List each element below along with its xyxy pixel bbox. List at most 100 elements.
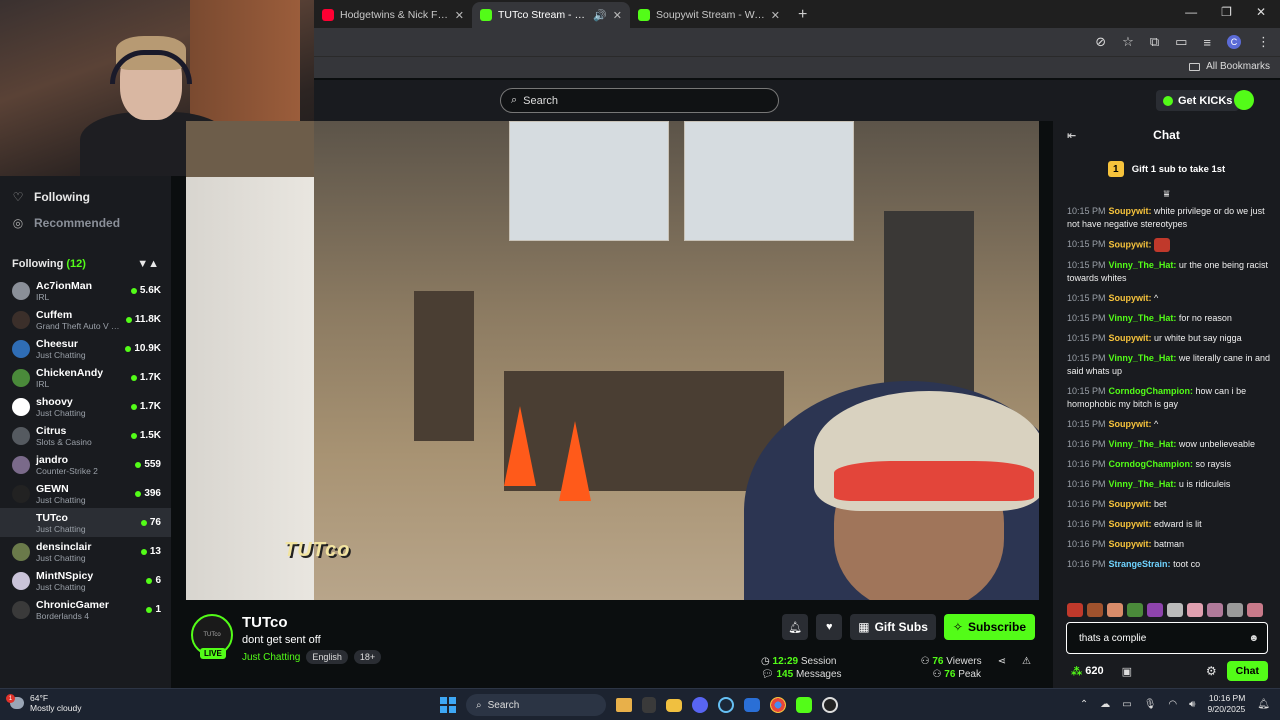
microphone-icon[interactable]: 🎙︎: [1144, 699, 1157, 710]
pinned-expand-icon[interactable]: ⩸: [1053, 189, 1280, 201]
sidebar-channel-cheesur[interactable]: Cheesur Just Chatting 10.9K: [0, 334, 171, 363]
chat-username[interactable]: Soupywit:: [1109, 293, 1152, 303]
chat-username[interactable]: Soupywit:: [1109, 206, 1152, 216]
restore-icon[interactable]: ❐: [1221, 5, 1232, 19]
media-icon[interactable]: ≡: [1203, 35, 1211, 50]
close-icon[interactable]: ✕: [455, 9, 464, 22]
sidebar-channel-citrus[interactable]: Citrus Slots & Casino 1.5K: [0, 421, 171, 450]
chat-username[interactable]: Vinny_The_Hat:: [1109, 260, 1177, 270]
chat-username[interactable]: Soupywit:: [1109, 519, 1152, 529]
taskbar-clock[interactable]: 10:16 PM 9/20/2025: [1207, 693, 1245, 715]
store-icon[interactable]: ▣: [1122, 665, 1132, 678]
gift-leaderboard-banner[interactable]: 1 Gift 1 sub to take 1st: [1053, 149, 1280, 189]
sidebar-channel-gewn[interactable]: GEWN Just Chatting 396: [0, 479, 171, 508]
new-tab-button[interactable]: +: [798, 2, 807, 28]
menu-icon[interactable]: ⋮: [1257, 34, 1270, 50]
follow-button[interactable]: ♥: [816, 614, 843, 640]
emote[interactable]: [1207, 603, 1223, 617]
get-kicks-button[interactable]: Get KICKs: [1156, 90, 1240, 111]
eye-off-icon[interactable]: ⊘: [1095, 34, 1106, 50]
chrome-icon[interactable]: [770, 697, 786, 713]
sidebar-channel-chronicgamer[interactable]: ChronicGamer Borderlands 4 1: [0, 595, 171, 624]
chat-username[interactable]: StrangeStrain:: [1109, 559, 1171, 569]
chat-username[interactable]: Soupywit:: [1109, 539, 1152, 549]
user-avatar-icon[interactable]: [1234, 90, 1254, 110]
kick-app-icon[interactable]: [796, 697, 812, 713]
emote[interactable]: [1127, 603, 1143, 617]
photos-icon[interactable]: [744, 698, 760, 712]
file-explorer-icon[interactable]: [666, 698, 682, 712]
discord-icon[interactable]: [692, 697, 708, 713]
streamer-name[interactable]: TUTco: [242, 614, 288, 631]
chat-username[interactable]: Soupywit:: [1109, 419, 1152, 429]
video-player[interactable]: TUTco: [186, 121, 1039, 600]
send-chat-button[interactable]: Chat: [1226, 661, 1268, 681]
search-input[interactable]: [523, 94, 744, 107]
sidebar-item-recommended[interactable]: ◎ Recommended: [0, 210, 171, 236]
terminal-icon[interactable]: [642, 697, 656, 713]
notifications-icon[interactable]: 🔔︎: [1257, 699, 1270, 710]
chat-username[interactable]: Vinny_The_Hat:: [1109, 439, 1177, 449]
collapse-chat-icon[interactable]: ⇤: [1067, 129, 1076, 142]
stream-category-link[interactable]: Just Chatting: [242, 652, 300, 663]
sidebar-channel-mintnspicy[interactable]: MintNSpicy Just Chatting 6: [0, 566, 171, 595]
minimize-icon[interactable]: —: [1185, 5, 1197, 19]
emote[interactable]: [1087, 603, 1103, 617]
emote[interactable]: [1247, 603, 1263, 617]
weather-widget[interactable]: 1 64°F Mostly cloudy: [6, 693, 82, 713]
report-icon[interactable]: ⚠: [1022, 656, 1031, 667]
chat-input-box[interactable]: ☻: [1066, 622, 1268, 654]
chat-username[interactable]: Vinny_The_Hat:: [1109, 313, 1177, 323]
sidebar-channel-ac7ionman[interactable]: Ac7ionMan IRL 5.6K: [0, 276, 171, 305]
sidebar-channel-shoovy[interactable]: shoovy Just Chatting 1.7K: [0, 392, 171, 421]
search-box[interactable]: ⌕: [500, 88, 779, 113]
emote[interactable]: [1067, 603, 1083, 617]
close-icon[interactable]: ✕: [771, 9, 780, 22]
language-tag[interactable]: English: [306, 650, 348, 664]
sidebar-channel-tutco[interactable]: TUTco Just Chatting 76: [0, 508, 171, 537]
steam-icon[interactable]: [718, 697, 734, 713]
gift-subs-button[interactable]: ▦ Gift Subs: [850, 614, 936, 640]
emote[interactable]: [1167, 603, 1183, 617]
share-icon[interactable]: ⋖: [998, 656, 1006, 667]
taskview-icon[interactable]: [616, 698, 632, 712]
extensions-icon[interactable]: ⧉: [1150, 34, 1159, 50]
chat-username[interactable]: Soupywit:: [1109, 333, 1152, 343]
sidebar-channel-densinclair[interactable]: densinclair Just Chatting 13: [0, 537, 171, 566]
chat-username[interactable]: Vinny_The_Hat:: [1109, 479, 1177, 489]
onedrive-icon[interactable]: ☁: [1100, 699, 1110, 710]
emote[interactable]: [1107, 603, 1123, 617]
chevron-up-icon[interactable]: ⌃: [1080, 699, 1088, 710]
emote[interactable]: [1187, 603, 1203, 617]
notifications-button[interactable]: 🔔︎: [782, 614, 809, 640]
chat-username[interactable]: Vinny_The_Hat:: [1109, 353, 1177, 363]
chat-username[interactable]: CorndogChampion:: [1109, 386, 1194, 396]
volume-icon[interactable]: 🔊︎: [1189, 699, 1195, 710]
close-icon[interactable]: ✕: [613, 9, 622, 22]
speaker-icon[interactable]: 🔊: [593, 9, 607, 22]
emote[interactable]: [1147, 603, 1163, 617]
sidebar-channel-chickenandy[interactable]: ChickenAndy IRL 1.7K: [0, 363, 171, 392]
browser-tab-hodgetwins[interactable]: Hodgetwins & Nick Fuentes GO ✕: [314, 2, 472, 28]
sort-icon[interactable]: ▼▲: [137, 258, 159, 270]
sidebar-channel-cuffem[interactable]: Cuffem Grand Theft Auto V (... 11.8K: [0, 305, 171, 334]
chat-input[interactable]: [1079, 632, 1249, 644]
obs-icon[interactable]: [822, 697, 838, 713]
subscribe-button[interactable]: ✧ Subscribe: [943, 614, 1035, 640]
chat-username[interactable]: Soupywit:: [1109, 239, 1152, 249]
network-icon[interactable]: ▭: [1122, 699, 1131, 710]
close-window-icon[interactable]: ✕: [1256, 5, 1266, 19]
browser-tab-soupywit[interactable]: Soupywit Stream - Watch Live o ✕: [630, 2, 788, 28]
chat-username[interactable]: Soupywit:: [1109, 499, 1152, 509]
taskbar-search[interactable]: ⌕ Search: [466, 694, 606, 716]
emoji-icon[interactable]: ☻: [1248, 633, 1259, 644]
chat-username[interactable]: CorndogChampion:: [1109, 459, 1194, 469]
tab-search-icon[interactable]: ▭: [1175, 34, 1187, 50]
settings-icon[interactable]: ⚙: [1206, 664, 1217, 678]
sidebar-item-following[interactable]: ♡ Following: [0, 184, 171, 210]
all-bookmarks-button[interactable]: All Bookmarks: [1189, 61, 1270, 72]
channel-points[interactable]: ⁂ 620: [1071, 665, 1104, 678]
browser-tab-tutco[interactable]: TUTco Stream - Watch Live 🔊 ✕: [472, 2, 630, 28]
sidebar-channel-jandro[interactable]: jandro Counter-Strike 2 559: [0, 450, 171, 479]
windows-start-icon[interactable]: [440, 697, 456, 713]
